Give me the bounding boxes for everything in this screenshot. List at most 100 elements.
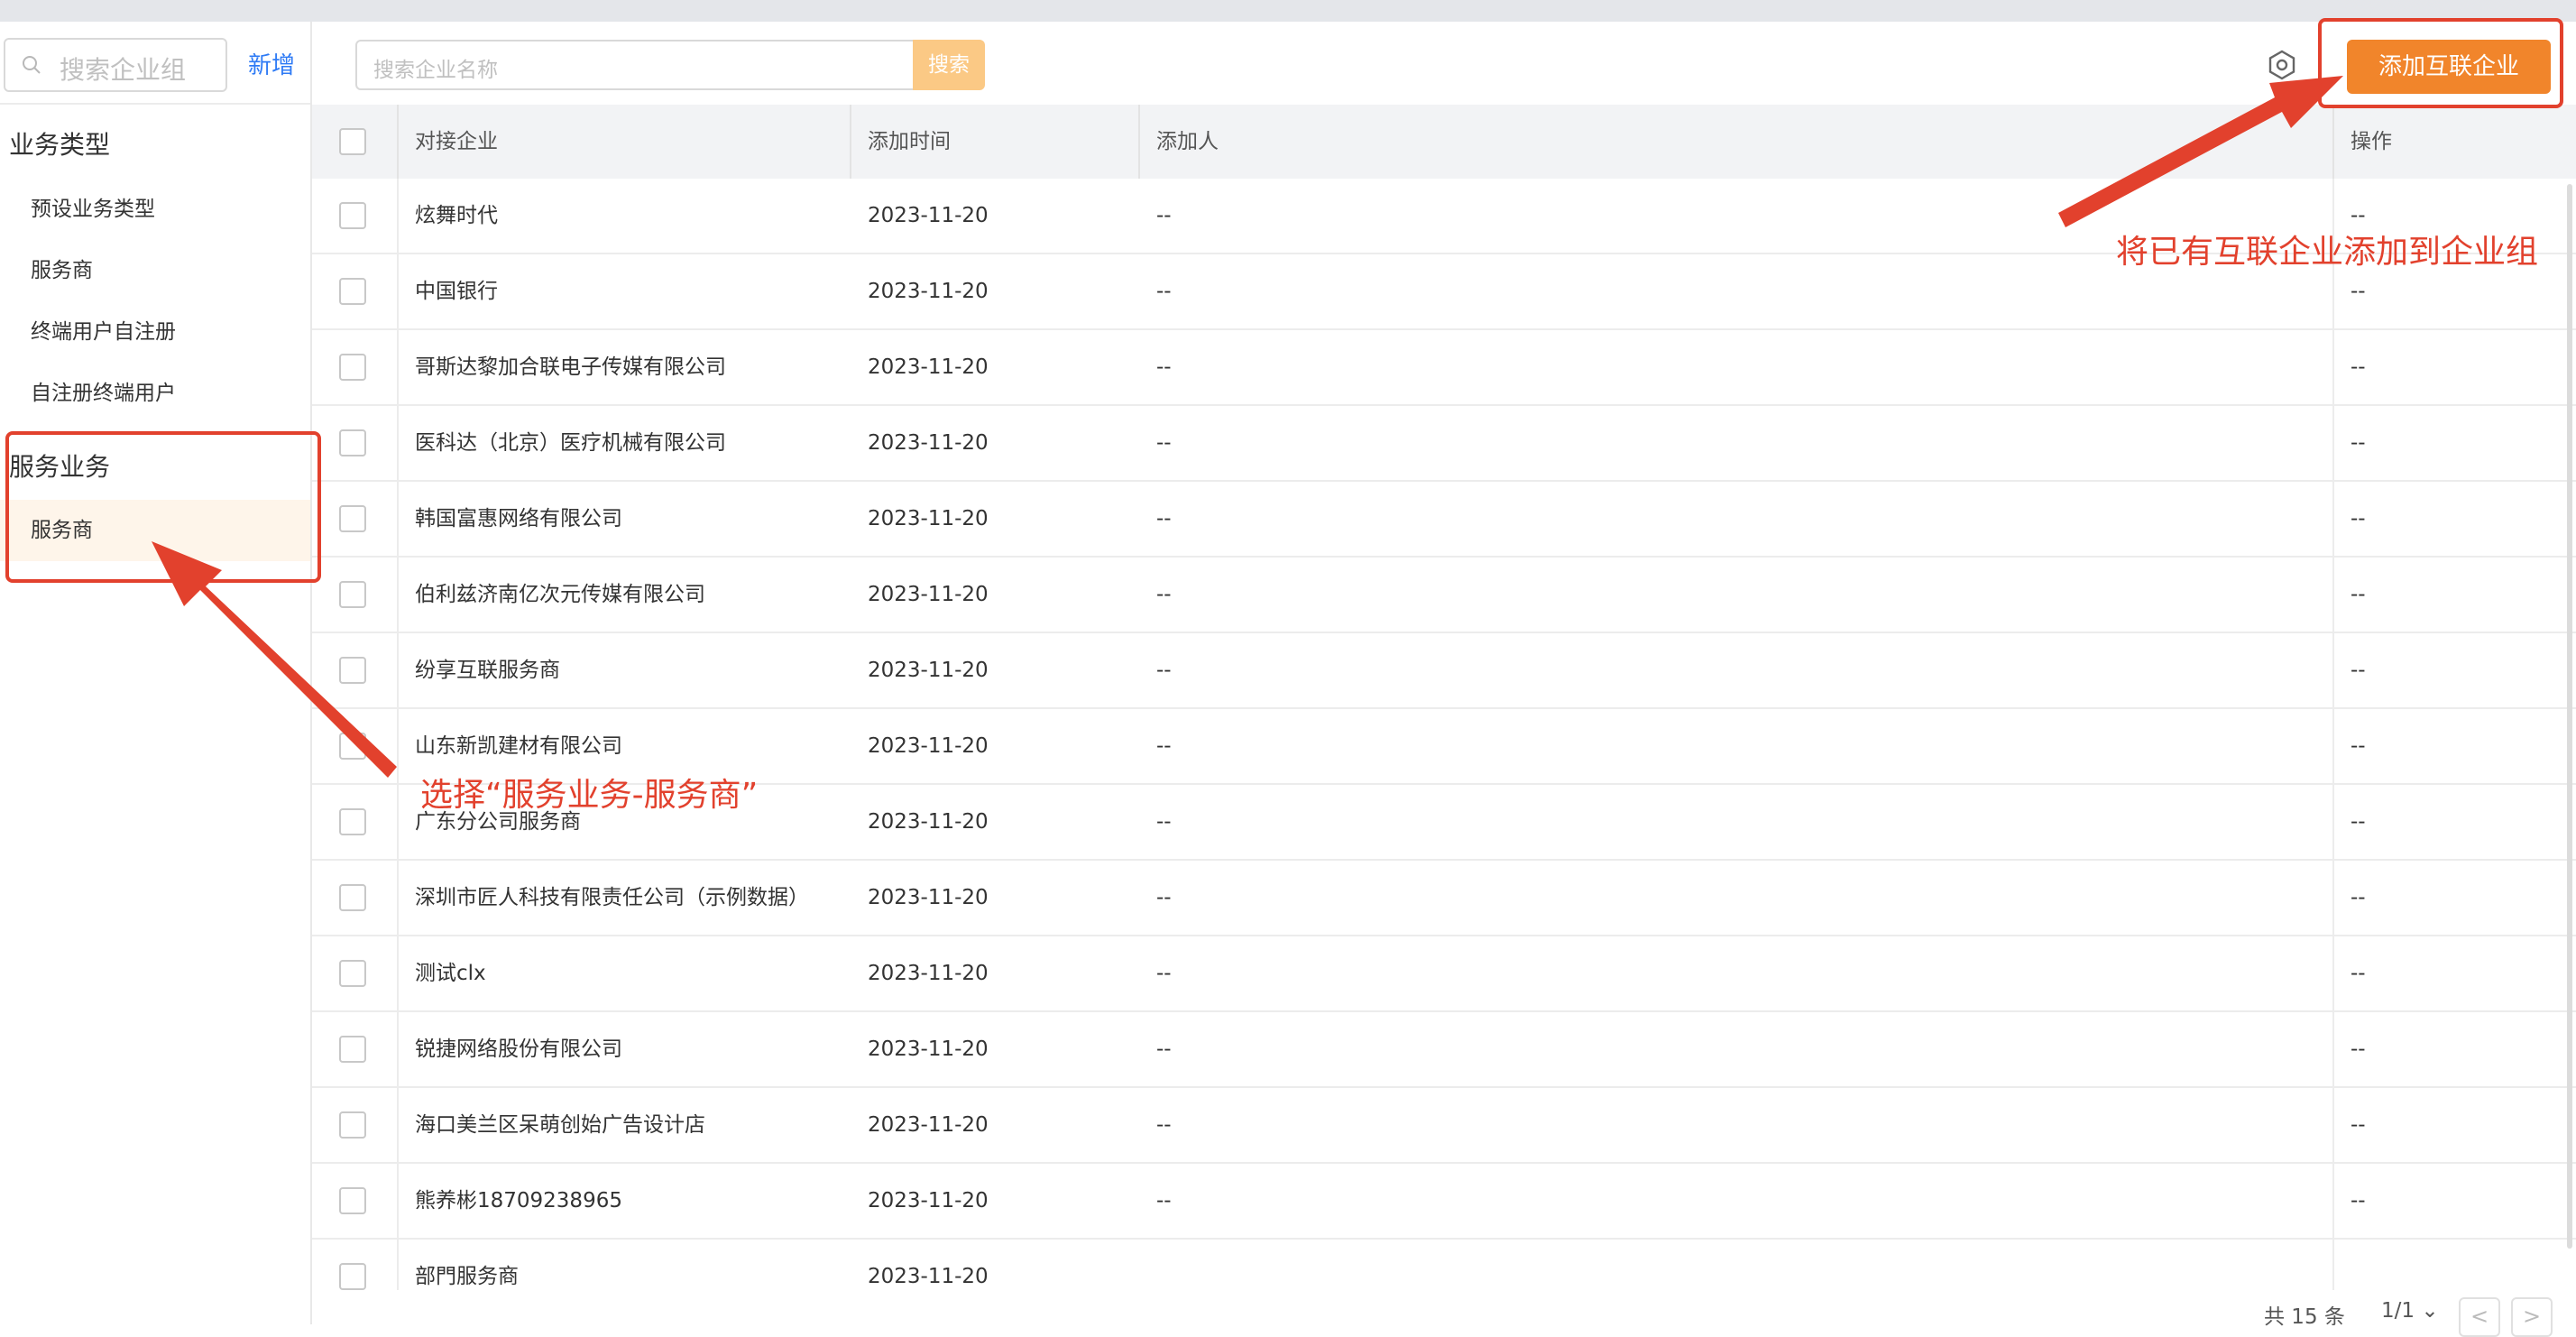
column-header-actions: 操作 — [2351, 130, 2392, 153]
annotation-right: 将已有互联企业添加到企业组 — [2116, 234, 2539, 271]
sidebar-item-service-provider[interactable]: 服务商 — [0, 240, 310, 301]
sidebar-item-self-registered-users[interactable]: 自注册终端用户 — [0, 363, 310, 424]
cell-actions: -- — [2351, 886, 2366, 909]
table-body: 炫舞时代 2023-11-20 -- -- 中国银行 2023-11-20 -- -- 哥斯达黎… — [312, 179, 2576, 1290]
sidebar-item-terminal-self-register[interactable]: 终端用户自注册 — [0, 301, 310, 363]
new-group-button[interactable]: 新增 — [248, 47, 295, 80]
table-row[interactable]: 哥斯达黎加合联电子传媒有限公司 2023-11-20 -- -- — [312, 330, 2576, 406]
cell-add-time: 2023-11-20 — [868, 355, 989, 379]
cell-actions: -- — [2351, 810, 2366, 834]
cell-add-time: 2023-11-20 — [868, 734, 989, 758]
cell-company: 熊养彬18709238965 — [415, 1189, 622, 1213]
row-checkbox[interactable] — [339, 1111, 366, 1139]
sidebar-item-preset-type[interactable]: 预设业务类型 — [0, 179, 310, 240]
cell-adder: -- — [1156, 886, 1172, 909]
cell-add-time: 2023-11-20 — [868, 659, 989, 682]
row-checkbox[interactable] — [339, 202, 366, 229]
pagination-page-select[interactable]: 1/1 ⌄ — [2381, 1299, 2439, 1323]
cell-company: 测试clx — [415, 962, 486, 985]
cell-actions: -- — [2351, 507, 2366, 530]
pagination-total: 共 15 条 — [2264, 1305, 2345, 1329]
table-row[interactable]: 熊养彬18709238965 2023-11-20 -- -- — [312, 1164, 2576, 1240]
cell-company: 深圳市匠人科技有限责任公司（示例数据） — [415, 886, 809, 909]
cell-company: 纷享互联服务商 — [415, 659, 560, 682]
column-divider — [2332, 105, 2334, 179]
row-checkbox[interactable] — [339, 884, 366, 911]
cell-adder: -- — [1156, 507, 1172, 530]
cell-company: 锐捷网络股份有限公司 — [415, 1037, 622, 1061]
cell-actions: -- — [2351, 1113, 2366, 1137]
row-checkbox[interactable] — [339, 1187, 366, 1214]
cell-adder: -- — [1156, 204, 1172, 227]
cell-actions: -- — [2351, 583, 2366, 606]
table-row[interactable]: 深圳市匠人科技有限责任公司（示例数据） 2023-11-20 -- -- — [312, 861, 2576, 936]
row-checkbox[interactable] — [339, 960, 366, 987]
row-checkbox[interactable] — [339, 354, 366, 381]
cell-add-time: 2023-11-20 — [868, 962, 989, 985]
table-row[interactable]: 海口美兰区呆萌创始广告设计店 2023-11-20 -- -- — [312, 1088, 2576, 1164]
row-checkbox[interactable] — [339, 505, 366, 532]
next-page-button[interactable]: > — [2511, 1297, 2553, 1337]
row-checkbox[interactable] — [339, 808, 366, 835]
cell-add-time: 2023-11-20 — [868, 583, 989, 606]
table-row[interactable]: 部門服务商 2023-11-20 — [312, 1240, 2576, 1290]
highlight-box-sidebar — [5, 431, 321, 583]
chevron-down-icon: ⌄ — [2421, 1299, 2439, 1323]
row-checkbox[interactable] — [339, 1036, 366, 1063]
cell-actions: -- — [2351, 355, 2366, 379]
vertical-scrollbar[interactable] — [2567, 184, 2572, 1249]
cell-add-time: 2023-11-20 — [868, 1189, 989, 1213]
cell-add-time: 2023-11-20 — [868, 431, 989, 455]
search-button[interactable]: 搜索 — [913, 40, 985, 90]
group-title-business-type[interactable]: 业务类型 — [9, 125, 110, 161]
row-checkbox[interactable] — [339, 1263, 366, 1290]
column-header-adder[interactable]: 添加人 — [1156, 105, 1219, 179]
cell-actions: -- — [2351, 962, 2366, 985]
table-row[interactable]: 医科达（北京）医疗机械有限公司 2023-11-20 -- -- — [312, 406, 2576, 482]
table-row[interactable]: 纷享互联服务商 2023-11-20 -- -- — [312, 633, 2576, 709]
cell-add-time: 2023-11-20 — [868, 1113, 989, 1137]
group-search-input[interactable]: 搜索企业组 — [4, 38, 227, 92]
cell-company: 海口美兰区呆萌创始广告设计店 — [415, 1113, 705, 1137]
cell-adder: -- — [1156, 962, 1172, 985]
cell-adder: -- — [1156, 1037, 1172, 1061]
table-row[interactable]: 伯利兹济南亿次元传媒有限公司 2023-11-20 -- -- — [312, 558, 2576, 633]
table-row[interactable]: 韩国富惠网络有限公司 2023-11-20 -- -- — [312, 482, 2576, 558]
cell-add-time: 2023-11-20 — [868, 1037, 989, 1061]
cell-adder: -- — [1156, 734, 1172, 758]
cell-adder: -- — [1156, 583, 1172, 606]
row-checkbox[interactable] — [339, 733, 366, 760]
cell-company: 韩国富惠网络有限公司 — [415, 507, 622, 530]
cell-adder: -- — [1156, 1189, 1172, 1213]
column-header-company[interactable]: 对接企业 — [415, 105, 498, 179]
table-row[interactable]: 锐捷网络股份有限公司 2023-11-20 -- -- — [312, 1012, 2576, 1088]
column-header-add-time[interactable]: 添加时间 — [868, 105, 951, 179]
cell-adder: -- — [1156, 431, 1172, 455]
column-divider — [1138, 105, 1140, 179]
highlight-box-add-button — [2318, 18, 2563, 108]
cell-add-time: 2023-11-20 — [868, 886, 989, 909]
row-checkbox[interactable] — [339, 581, 366, 608]
column-divider — [397, 105, 399, 179]
row-checkbox[interactable] — [339, 657, 366, 684]
cell-adder: -- — [1156, 280, 1172, 303]
cell-adder: -- — [1156, 355, 1172, 379]
prev-page-button[interactable]: < — [2459, 1297, 2500, 1337]
divider — [0, 103, 310, 105]
cell-company: 伯利兹济南亿次元传媒有限公司 — [415, 583, 705, 606]
cell-actions: -- — [2351, 734, 2366, 758]
table-row[interactable]: 测试clx 2023-11-20 -- -- — [312, 936, 2576, 1012]
gear-icon[interactable] — [2266, 49, 2298, 81]
row-checkbox[interactable] — [339, 429, 366, 456]
window-top-bar — [0, 0, 2576, 22]
company-search-input[interactable]: 搜索企业名称 — [355, 40, 922, 90]
cell-company: 哥斯达黎加合联电子传媒有限公司 — [415, 355, 726, 379]
search-icon — [23, 56, 41, 74]
select-all-checkbox[interactable] — [339, 128, 366, 155]
cell-adder: -- — [1156, 1113, 1172, 1137]
row-checkbox[interactable] — [339, 278, 366, 305]
sidebar: 搜索企业组 新增 业务类型 预设业务类型 服务商 终端用户自注册 自注册终端用户… — [0, 22, 312, 1324]
cell-actions: -- — [2351, 1189, 2366, 1213]
cell-actions: -- — [2351, 659, 2366, 682]
cell-add-time: 2023-11-20 — [868, 280, 989, 303]
